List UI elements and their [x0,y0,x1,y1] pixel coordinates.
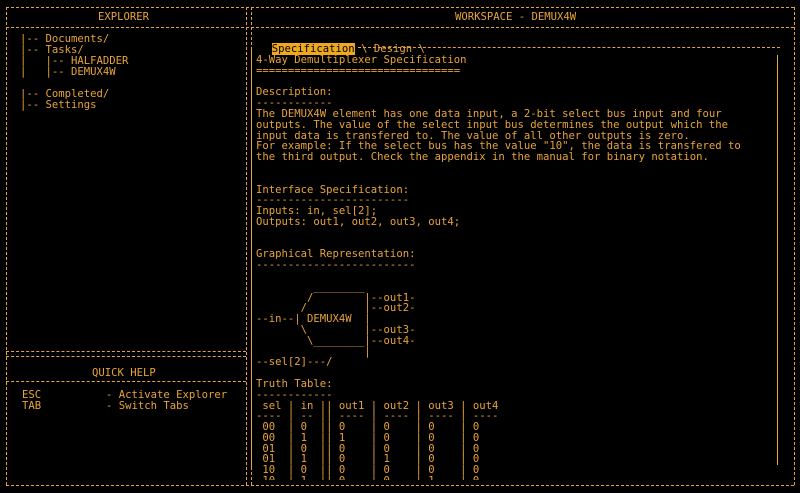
panel-divider [246,7,247,485]
tab-design[interactable]: Design [374,43,412,55]
frame-left-border [6,7,7,485]
content-scrollbar[interactable] [777,55,778,465]
tab-underline [358,47,780,48]
specification-document: 4-Way Demultiplexer Specification ======… [256,55,741,480]
explorer-title: EXPLORER [98,11,150,23]
tree-item-settings[interactable]: |-- Settings [20,100,97,111]
explorer-bottom-border [6,351,246,352]
quickhelp-top-border [6,356,246,357]
quickhelp-header-divider [6,381,246,382]
workspace-title: WORKSPACE - DEMUX4W [455,11,577,23]
frame-right-border [794,7,795,485]
tab-separator: \ [354,42,374,55]
help-key-tab: TAB [22,400,42,412]
help-desc-tab: - Switch Tabs [106,400,189,412]
tab-specification[interactable]: Specification [271,42,355,55]
tree-item-demux4w[interactable]: | |-- DEMUX4W [20,67,116,78]
frame-top-border [6,7,794,8]
quickhelp-title: QUICK HELP [92,367,156,379]
workspace-tab-bar: Specification \ Design \ [259,33,425,55]
tab-trail: \ [412,42,425,55]
content-left-border [251,48,252,468]
frame-header-divider [6,27,794,28]
frame-bottom-border [6,485,794,486]
